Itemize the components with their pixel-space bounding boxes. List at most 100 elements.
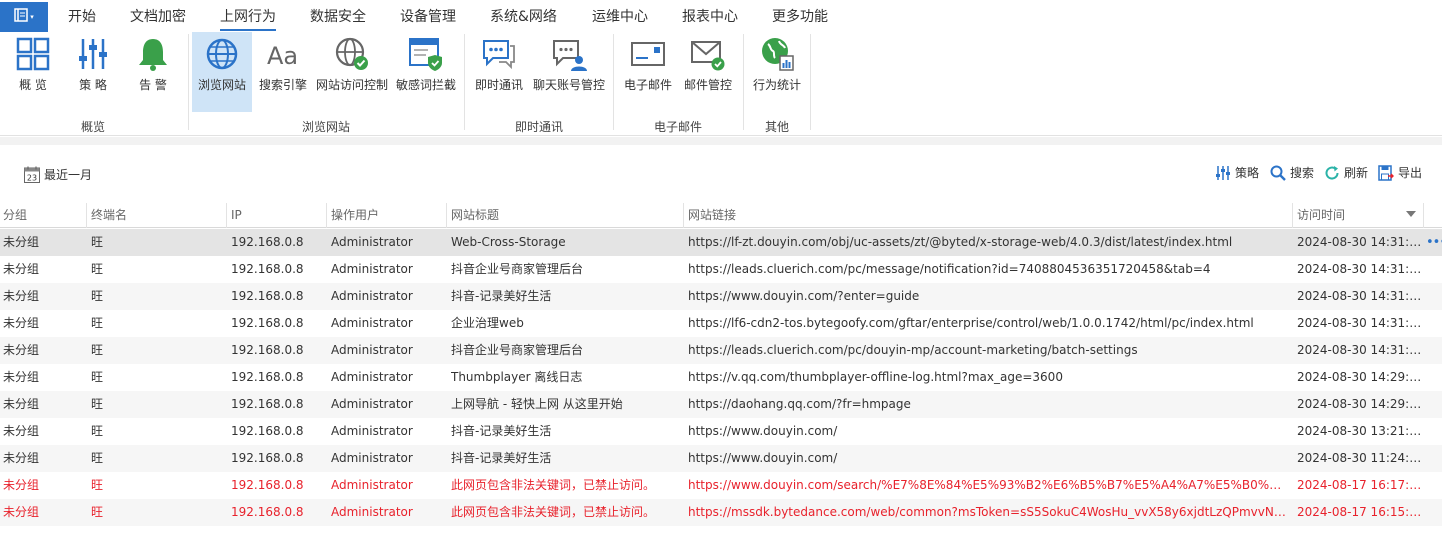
- column-header-ip[interactable]: IP: [226, 203, 326, 228]
- cell-url: https://www.douyin.com/?enter=guide: [688, 289, 920, 303]
- cell-url: https://lf-zt.douyin.com/obj/uc-assets/z…: [688, 235, 1233, 249]
- cell-title: 抖音-记录美好生活: [451, 289, 552, 303]
- cell-ip: 192.168.0.8: [231, 316, 304, 330]
- ribbon-divider: [0, 137, 1442, 145]
- cell-time: 2024-08-30 14:31:30: [1297, 262, 1423, 276]
- cell-title: 抖音-记录美好生活: [451, 451, 552, 465]
- column-header-title[interactable]: 网站标题: [446, 203, 683, 228]
- ribbon-behavior-stats-button[interactable]: 行为统计: [750, 32, 804, 112]
- cell-terminal: 旺: [91, 262, 104, 276]
- date-range-selector[interactable]: 23 最近一月: [24, 166, 92, 183]
- cell-url: https://www.douyin.com/search/%E7%8E%84%…: [688, 478, 1288, 492]
- ribbon-chat-account-control-button[interactable]: 聊天账号管控: [530, 32, 608, 112]
- ribbon-button-label: 即时通讯: [474, 78, 523, 92]
- search-icon: [1270, 165, 1286, 181]
- column-header-terminal[interactable]: 终端名: [86, 203, 226, 228]
- sort-descending-icon[interactable]: [1406, 211, 1416, 217]
- app-menu-button[interactable]: ▾: [0, 2, 48, 32]
- ribbon-alert-button[interactable]: 告 警: [130, 32, 176, 112]
- table-header: 分组 终端名 IP 操作用户 网站标题 网站链接 访问时间: [0, 203, 1442, 228]
- calendar-icon: 23: [24, 166, 40, 183]
- cell-ip: 192.168.0.8: [231, 451, 304, 465]
- table-row[interactable]: 未分组 旺 192.168.0.8 Administrator 上网导航 - 轻…: [0, 391, 1442, 418]
- cell-terminal: 旺: [91, 343, 104, 357]
- ribbon-policy-button[interactable]: 策 略: [70, 32, 116, 112]
- cell-title: 企业治理web: [451, 316, 524, 330]
- policy-button[interactable]: 策略: [1215, 164, 1259, 181]
- menu-doc-encrypt[interactable]: 文档加密: [130, 6, 186, 29]
- cell-terminal: 旺: [91, 478, 104, 492]
- table-row[interactable]: 未分组 旺 192.168.0.8 Administrator 抖音-记录美好生…: [0, 283, 1442, 310]
- group-label-other: 其他: [765, 120, 790, 134]
- table-row[interactable]: 未分组 旺 192.168.0.8 Administrator 抖音企业号商家管…: [0, 256, 1442, 283]
- column-header-group[interactable]: 分组: [0, 203, 86, 228]
- cell-group: 未分组: [3, 343, 40, 357]
- cell-terminal: 旺: [91, 235, 104, 249]
- menu-device-management[interactable]: 设备管理: [400, 6, 456, 29]
- table-row[interactable]: 未分组 旺 192.168.0.8 Administrator 抖音企业号商家管…: [0, 337, 1442, 364]
- column-header-time[interactable]: 访问时间: [1292, 203, 1423, 228]
- mail-icon: [631, 42, 665, 66]
- menu-ops-center[interactable]: 运维中心: [592, 6, 648, 29]
- cell-ip: 192.168.0.8: [231, 370, 304, 384]
- menu-start[interactable]: 开始: [68, 6, 96, 29]
- ribbon-search-engine-button[interactable]: Aa 搜索引擎: [256, 32, 310, 112]
- cell-user: Administrator: [331, 424, 413, 438]
- bell-icon: [139, 39, 167, 71]
- refresh-button[interactable]: 刷新: [1324, 164, 1368, 181]
- cell-terminal: 旺: [91, 370, 104, 384]
- cell-url: https://www.douyin.com/: [688, 451, 838, 465]
- export-label: 导出: [1398, 166, 1423, 180]
- column-header-url[interactable]: 网站链接: [683, 203, 1292, 228]
- cell-url: https://lf6-cdn2-tos.bytegoofy.com/gftar…: [688, 316, 1254, 330]
- table-row[interactable]: 未分组 旺 192.168.0.8 Administrator 抖音-记录美好生…: [0, 445, 1442, 472]
- ribbon-sensitive-word-block-button[interactable]: 敏感词拦截: [394, 32, 458, 112]
- cell-group: 未分组: [3, 424, 40, 438]
- menu-internet-behavior[interactable]: 上网行为: [220, 6, 276, 31]
- export-button[interactable]: 导出: [1378, 164, 1422, 181]
- menu-data-security[interactable]: 数据安全: [310, 6, 366, 29]
- table-row[interactable]: 未分组 旺 192.168.0.8 Administrator 企业治理web …: [0, 310, 1442, 337]
- chevron-down-icon: ▾: [30, 13, 34, 21]
- cell-title: 抖音-记录美好生活: [451, 424, 552, 438]
- cell-title: 此网页包含非法关键词，已禁止访问。: [451, 478, 656, 492]
- mail-check-icon: [691, 41, 725, 71]
- column-header-user[interactable]: 操作用户: [326, 203, 446, 228]
- ribbon-overview-button[interactable]: 概 览: [10, 32, 56, 112]
- ribbon-button-label: 邮件管控: [683, 78, 732, 92]
- table-row[interactable]: 未分组 旺 192.168.0.8 Administrator Thumbpla…: [0, 364, 1442, 391]
- cell-group: 未分组: [3, 478, 40, 492]
- ribbon-email-control-button[interactable]: 邮件管控: [680, 32, 736, 112]
- table-row[interactable]: 未分组 旺 192.168.0.8 Administrator Web-Cros…: [0, 229, 1442, 256]
- cell-terminal: 旺: [91, 505, 104, 519]
- table-body: 未分组 旺 192.168.0.8 Administrator Web-Cros…: [0, 229, 1442, 526]
- cell-ip: 192.168.0.8: [231, 262, 304, 276]
- search-label: 搜索: [1290, 166, 1315, 180]
- menu-report-center[interactable]: 报表中心: [682, 6, 738, 29]
- globe-icon: [206, 38, 238, 70]
- ribbon-email-button[interactable]: 电子邮件: [620, 32, 676, 112]
- group-separator: [810, 34, 811, 130]
- group-label-browse: 浏览网站: [302, 120, 351, 134]
- ribbon-instant-messaging-button[interactable]: 即时通讯: [472, 32, 526, 112]
- toolbar: 23 最近一月 策略 搜索 刷新 导出: [0, 152, 1442, 194]
- cell-user: Administrator: [331, 451, 413, 465]
- group-separator: [743, 34, 744, 130]
- ribbon-site-access-control-button[interactable]: 网站访问控制: [314, 32, 390, 112]
- column-header-extra: [1423, 203, 1442, 228]
- group-label-email: 电子邮件: [654, 120, 703, 134]
- search-button[interactable]: 搜索: [1270, 164, 1314, 181]
- cell-user: Administrator: [331, 235, 413, 249]
- ribbon-browse-websites-button[interactable]: 浏览网站: [192, 32, 252, 112]
- globe-check-icon: [335, 37, 368, 70]
- refresh-icon: [1325, 165, 1339, 180]
- menu-more-features[interactable]: 更多功能: [772, 6, 828, 29]
- table-row-blocked[interactable]: 未分组 旺 192.168.0.8 Administrator 此网页包含非法关…: [0, 472, 1442, 499]
- menu-system-network[interactable]: 系统&网络: [490, 6, 557, 29]
- ribbon-button-label: 告 警: [139, 78, 167, 92]
- cell-group: 未分组: [3, 289, 40, 303]
- table-row[interactable]: 未分组 旺 192.168.0.8 Administrator 抖音-记录美好生…: [0, 418, 1442, 445]
- table-row-blocked[interactable]: 未分组 旺 192.168.0.8 Administrator 此网页包含非法关…: [0, 499, 1442, 526]
- more-options-icon[interactable]: •••: [1426, 229, 1442, 256]
- cell-url: https://mssdk.bytedance.com/web/common?m…: [688, 505, 1288, 519]
